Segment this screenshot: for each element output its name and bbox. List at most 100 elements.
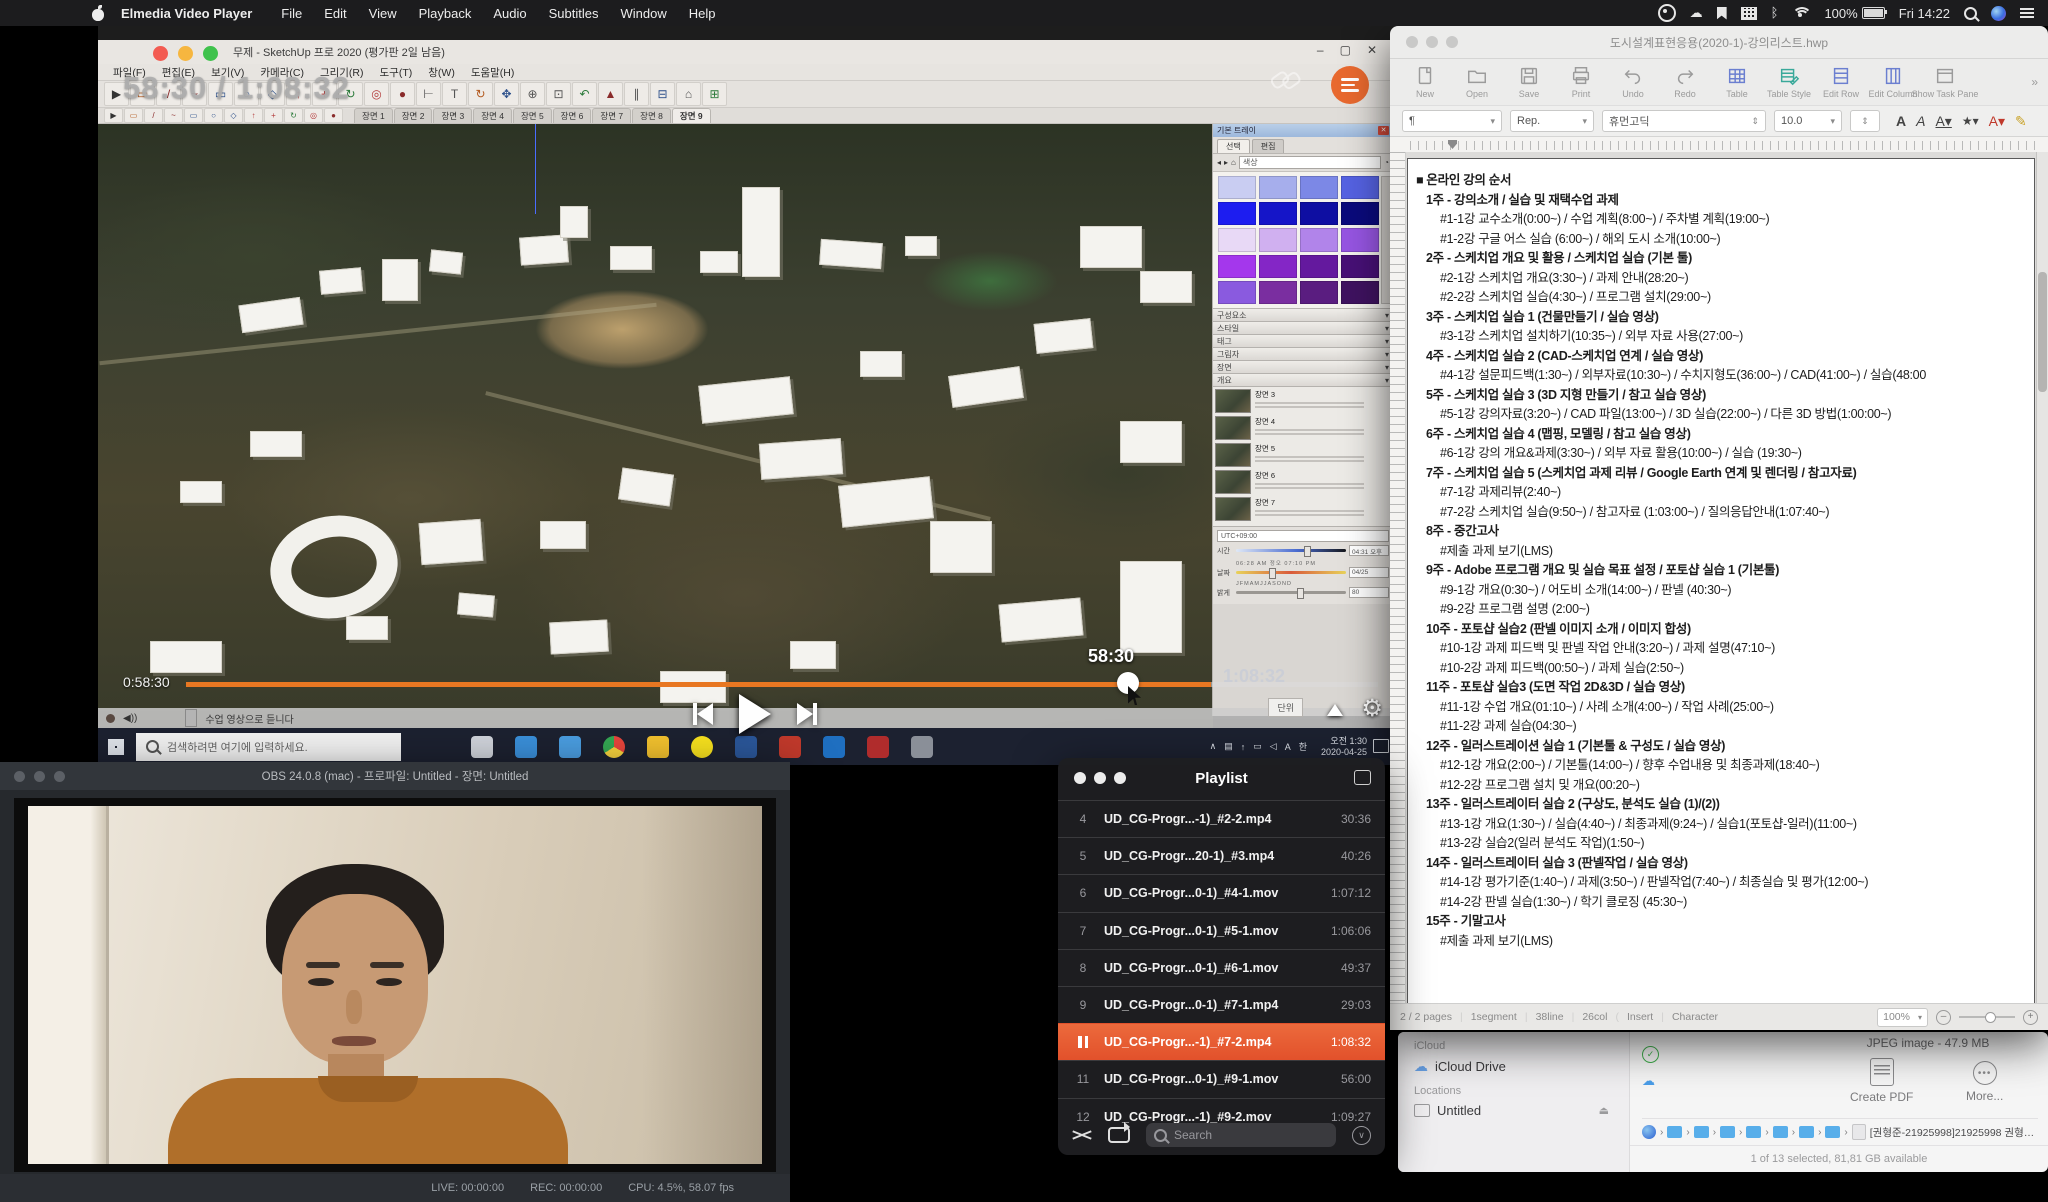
- font-color-button[interactable]: A▾: [1989, 113, 2005, 130]
- tray-panel-개요[interactable]: 개요▾: [1213, 374, 1393, 387]
- color-swatch[interactable]: [1259, 176, 1297, 199]
- playlist-row[interactable]: 5UD_CG-Progr...20-1)_#3.mp440:26: [1058, 837, 1385, 874]
- tray-panel-장면[interactable]: 장면▾: [1213, 361, 1393, 374]
- scene-tab[interactable]: 장면 9: [672, 108, 711, 123]
- line-tool-icon[interactable]: /: [144, 108, 163, 123]
- toolbar-overflow-button[interactable]: »: [2031, 75, 2038, 89]
- previous-track-button[interactable]: [693, 703, 713, 725]
- breadcrumb-folder-icon[interactable]: [1773, 1126, 1788, 1138]
- color-swatch[interactable]: [1300, 228, 1338, 251]
- sample-paint-icon[interactable]: ◔: [1384, 158, 1389, 167]
- scene-list-item[interactable]: 장면 3: [1215, 389, 1391, 413]
- scene-list-item[interactable]: 장면 5: [1215, 443, 1391, 467]
- tray-header[interactable]: 기본 트레이 ✕: [1213, 124, 1393, 137]
- spotlight-search-icon[interactable]: [1964, 7, 1977, 20]
- sketchup-3d-viewport[interactable]: [98, 124, 1213, 728]
- playlist-row[interactable]: UD_CG-Progr...-1)_#7-2.mp41:08:32: [1058, 1023, 1385, 1060]
- zoom-level-dropdown[interactable]: 100%▾: [1877, 1008, 1928, 1027]
- input-source-icon[interactable]: [1741, 7, 1757, 20]
- bookmark-status-icon[interactable]: [1717, 7, 1727, 20]
- menu-item-playback[interactable]: Playback: [408, 6, 483, 21]
- time-slider[interactable]: [1236, 549, 1346, 552]
- siri-icon[interactable]: [1991, 6, 2006, 21]
- scene-tab[interactable]: 장면 2: [394, 108, 433, 123]
- font-family-dropdown[interactable]: 휴먼고딕⇕: [1602, 110, 1766, 132]
- chrome-icon[interactable]: [603, 736, 625, 758]
- sketchup-menu-item[interactable]: 도움말(H): [464, 65, 522, 80]
- close-button[interactable]: [153, 46, 168, 61]
- battery-indicator[interactable]: 100%: [1824, 6, 1884, 21]
- paint-bucket-icon[interactable]: ●: [390, 82, 415, 106]
- zoom-tool-icon[interactable]: ⊕: [520, 82, 545, 106]
- paragraph-style-dropdown[interactable]: ¶▾: [1402, 110, 1502, 132]
- document-page[interactable]: ■ 온라인 강의 순서1주 - 강의소개 / 실습 및 재택수업 과제#1-1강…: [1407, 158, 2035, 1004]
- play-button[interactable]: [739, 694, 771, 734]
- previous-view-icon[interactable]: ↶: [572, 82, 597, 106]
- edit-column-button[interactable]: Edit Column: [1868, 65, 1918, 99]
- color-swatch[interactable]: [1341, 202, 1379, 225]
- bluetooth-icon[interactable]: ᛒ: [1771, 0, 1779, 26]
- orbit-tool-icon[interactable]: ↻: [468, 82, 493, 106]
- push-pull-tool-icon[interactable]: ↑: [244, 108, 263, 123]
- elmedia-menu-button[interactable]: [1331, 66, 1369, 104]
- repeat-button[interactable]: [1108, 1127, 1130, 1143]
- color-swatch[interactable]: [1218, 255, 1256, 278]
- table-style-button[interactable]: Table Style: [1764, 65, 1814, 99]
- scene-tab[interactable]: 장면 8: [632, 108, 671, 123]
- internet-explorer-icon[interactable]: [559, 736, 581, 758]
- playlist-row[interactable]: 7UD_CG-Progr...0-1)_#5-1.mov1:06:06: [1058, 912, 1385, 949]
- underline-button[interactable]: A▾: [1935, 113, 1951, 130]
- menu-bar-clock[interactable]: Fri 14:22: [1899, 6, 1950, 21]
- autocad-icon[interactable]: [779, 736, 801, 758]
- menu-item-view[interactable]: View: [358, 6, 408, 21]
- edge-icon[interactable]: [515, 736, 537, 758]
- create-pdf-button[interactable]: Create PDF: [1850, 1058, 1913, 1104]
- paint-bucket-icon[interactable]: ●: [324, 108, 343, 123]
- expand-icon[interactable]: ▾: [1385, 350, 1389, 359]
- effects-button[interactable]: ★▾: [1962, 114, 1979, 128]
- redo-button[interactable]: Redo: [1660, 65, 1710, 99]
- tray-close-icon[interactable]: ✕: [1378, 126, 1389, 135]
- color-swatch[interactable]: [1218, 176, 1256, 199]
- offset-tool-icon[interactable]: ◎: [364, 82, 389, 106]
- color-swatch[interactable]: [1259, 281, 1297, 304]
- menu-item-subtitles[interactable]: Subtitles: [538, 6, 610, 21]
- menu-item-file[interactable]: File: [270, 6, 313, 21]
- tray-panel-구성요소[interactable]: 구성요소▾: [1213, 309, 1393, 322]
- timezone-dropdown[interactable]: UTC+09:00: [1217, 530, 1389, 542]
- circle-tool-icon[interactable]: ○: [204, 108, 223, 123]
- word-icon[interactable]: [735, 736, 757, 758]
- breadcrumb-folder-icon[interactable]: [1720, 1126, 1735, 1138]
- views-icon[interactable]: ⊞: [702, 82, 727, 106]
- insert-mode[interactable]: Insert: [1627, 1011, 1653, 1023]
- color-swatch[interactable]: [1300, 176, 1338, 199]
- materials-tab[interactable]: 선택: [1217, 139, 1250, 153]
- polygon-tool-icon[interactable]: ◇: [224, 108, 243, 123]
- expand-icon[interactable]: ▾: [1385, 311, 1389, 320]
- document-scrollbar[interactable]: [2036, 152, 2048, 1004]
- color-swatch[interactable]: [1218, 281, 1256, 304]
- scene-list-item[interactable]: 장면 7: [1215, 497, 1391, 521]
- color-swatch[interactable]: [1259, 202, 1297, 225]
- forward-icon[interactable]: ▸: [1224, 158, 1228, 167]
- shuffle-button[interactable]: [1072, 1128, 1092, 1142]
- fullscreen-expand-icon[interactable]: [1327, 704, 1343, 716]
- zoom-in-button[interactable]: +: [2023, 1010, 2038, 1025]
- menu-item-audio[interactable]: Audio: [482, 6, 537, 21]
- color-swatch[interactable]: [1341, 255, 1379, 278]
- units-button[interactable]: 단위: [1268, 698, 1303, 717]
- highlight-pen-button[interactable]: ✎: [2015, 113, 2027, 130]
- apple-menu-icon[interactable]: [92, 6, 105, 21]
- acrobat-icon[interactable]: [867, 736, 889, 758]
- date-slider[interactable]: [1236, 571, 1346, 574]
- kakaotalk-icon[interactable]: [691, 736, 713, 758]
- text-tool-icon[interactable]: T: [442, 82, 467, 106]
- task-view-icon[interactable]: [471, 736, 493, 758]
- tray-panel-그림자[interactable]: 그림자▾: [1213, 348, 1393, 361]
- tray-panel-스타일[interactable]: 스타일▾: [1213, 322, 1393, 335]
- expand-icon[interactable]: ▾: [1385, 376, 1389, 385]
- playlist-window[interactable]: Playlist 4UD_CG-Progr...-1)_#2-2.mp430:3…: [1058, 758, 1385, 1155]
- zoom-button[interactable]: [203, 46, 218, 61]
- obs-preview-stage[interactable]: [14, 798, 776, 1172]
- playlist-title-bar[interactable]: Playlist: [1058, 758, 1385, 798]
